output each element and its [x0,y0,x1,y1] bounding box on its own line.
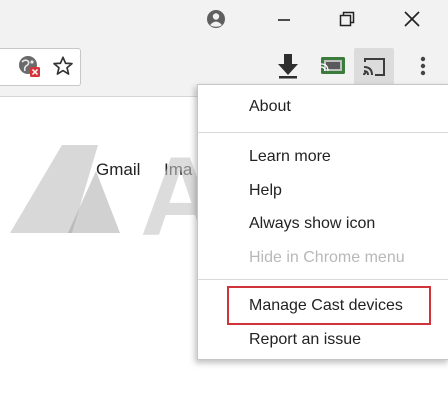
minimize-icon[interactable] [261,0,307,38]
cast-button[interactable] [354,48,394,86]
restore-icon[interactable] [324,0,370,38]
cast-icon [362,56,386,78]
account-icon[interactable] [193,0,239,38]
menu-separator [198,132,448,133]
close-icon[interactable] [389,0,435,38]
highlight-box [227,286,431,325]
menu-item-help[interactable]: Help [249,182,282,200]
more-icon[interactable] [414,52,432,80]
menu-item-report-an-issue[interactable]: Report an issue [249,331,361,349]
menu-item-about[interactable]: About [249,98,291,116]
download-icon[interactable] [274,52,302,80]
menu-item-learn-more[interactable]: Learn more [249,148,331,166]
cast-context-menu: About Learn more Help Always show icon H… [197,84,448,360]
site-info-icon[interactable] [16,52,42,80]
menu-separator [198,279,448,280]
menu-item-hide-in-chrome-menu: Hide in Chrome menu [249,249,405,266]
cast-extension-icon[interactable] [318,52,348,80]
bookmark-star-icon[interactable] [50,53,76,79]
window-titlebar [0,0,448,38]
menu-item-always-show-icon[interactable]: Always show icon [249,215,375,233]
